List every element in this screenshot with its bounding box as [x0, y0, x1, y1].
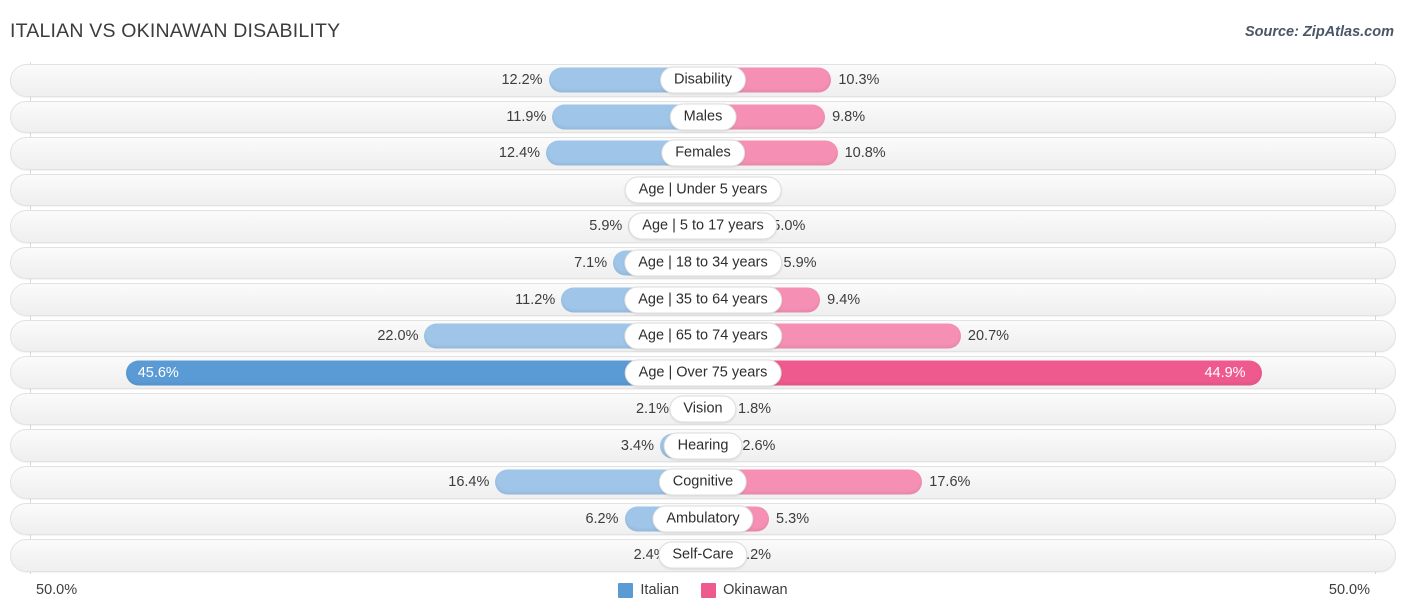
chart-row: 11.2% 9.4% Age | 35 to 64 years	[0, 281, 1406, 318]
value-label-okinawan: 10.3%	[838, 72, 880, 89]
category-label: Hearing	[663, 432, 743, 460]
chart-row: 6.2% 5.3% Ambulatory	[0, 501, 1406, 538]
value-label-okinawan: 44.9%	[1204, 364, 1246, 381]
bar-okinawan	[703, 360, 1263, 386]
bar-italian	[125, 360, 703, 386]
value-label-okinawan: 5.9%	[783, 255, 817, 271]
value-label-italian: 5.9%	[589, 218, 623, 235]
value-label-italian: 45.6%	[137, 364, 179, 381]
value-label-okinawan: 9.8%	[832, 108, 866, 125]
value-label-italian: 11.9%	[506, 108, 547, 125]
chart-header: ITALIAN VS OKINAWAN DISABILITY Source: Z…	[0, 0, 1406, 62]
legend-label: Okinawan	[723, 582, 788, 598]
category-label: Males	[669, 103, 737, 131]
chart-rows: 12.2% 10.3% Disability 11.9% 9.8% Males 12.4% 1…	[0, 62, 1406, 574]
value-label-okinawan: 5.3%	[776, 510, 810, 527]
legend-item[interactable]: Okinawan	[701, 582, 788, 598]
category-label: Age | 65 to 74 years	[624, 322, 782, 350]
value-label-italian: 22.0%	[377, 328, 419, 345]
value-label-italian: 2.1%	[635, 401, 669, 418]
chart-row: 2.4% 2.2% Self-Care	[0, 537, 1406, 574]
value-label-italian: 3.4%	[620, 437, 654, 454]
category-label: Age | Under 5 years	[624, 176, 782, 204]
legend-label: Italian	[640, 582, 680, 598]
chart-row: 1.6%1.1%Age | Under 5 years	[0, 172, 1406, 209]
source-attribution: Source: ZipAtlas.com	[1244, 24, 1394, 40]
legend-swatch-icon	[618, 582, 634, 598]
chart-row: 5.9% 5.0% Age | 5 to 17 years	[0, 208, 1406, 245]
category-label: Age | Over 75 years	[624, 359, 782, 387]
value-label-okinawan: 10.8%	[844, 145, 886, 162]
value-label-okinawan: 20.7%	[967, 328, 1010, 345]
chart-row: 12.2% 10.3% Disability	[0, 62, 1406, 99]
value-label-italian: 12.4%	[498, 145, 541, 162]
legend-item[interactable]: Italian	[618, 582, 679, 598]
chart-row: 11.9% 9.8% Males	[0, 99, 1406, 136]
value-label-italian: 16.4%	[448, 474, 490, 491]
category-label: Vision	[669, 395, 737, 423]
chart-footer: 50.0% 50.0% Italian Okinawan	[0, 574, 1406, 612]
category-label: Self-Care	[658, 541, 748, 569]
category-label: Disability	[659, 66, 747, 94]
value-label-okinawan: 1.8%	[738, 401, 772, 418]
legend-swatch-icon	[701, 582, 717, 598]
value-label-italian: 6.2%	[585, 510, 619, 527]
chart-row: 45.6% 44.9% Age | Over 75 years	[0, 354, 1406, 391]
chart-plot-area: 12.2% 10.3% Disability 11.9% 9.8% Males 12.4% 1…	[0, 62, 1406, 574]
chart-legend: Italian Okinawan	[0, 582, 1406, 598]
chart-page: ITALIAN VS OKINAWAN DISABILITY Source: Z…	[0, 0, 1406, 612]
value-label-okinawan: 2.6%	[742, 437, 776, 454]
category-label: Cognitive	[658, 468, 748, 496]
category-label: Ambulatory	[652, 505, 754, 533]
category-label: Age | 5 to 17 years	[628, 212, 778, 240]
value-label-okinawan: 9.4%	[827, 291, 861, 308]
chart-row: 16.4% 17.6% Cognitive	[0, 464, 1406, 501]
chart-row: 12.4% 10.8% Females	[0, 135, 1406, 172]
category-label: Age | 18 to 34 years	[624, 249, 782, 277]
chart-row: 3.4% 2.6% Hearing	[0, 427, 1406, 464]
value-label-italian: 11.2%	[515, 291, 556, 308]
chart-row: 2.1% 1.8% Vision	[0, 391, 1406, 428]
value-label-italian: 12.2%	[501, 72, 543, 89]
value-label-italian: 7.1%	[574, 255, 608, 271]
category-label: Age | 35 to 64 years	[624, 286, 782, 314]
chart-row: 22.0% 20.7% Age | 65 to 74 years	[0, 318, 1406, 355]
category-label: Females	[661, 139, 745, 167]
value-label-okinawan: 17.6%	[929, 474, 971, 491]
chart-row: 7.1% 5.9% Age | 18 to 34 years	[0, 245, 1406, 282]
page-title: ITALIAN VS OKINAWAN DISABILITY	[10, 20, 341, 42]
